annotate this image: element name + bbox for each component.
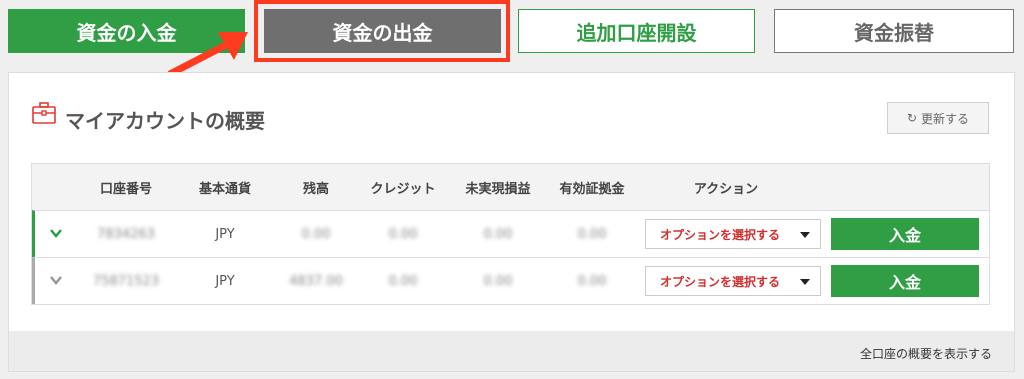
header-unrealized-pl: 未実現損益: [465, 182, 531, 197]
briefcase-icon: [32, 102, 56, 124]
action-select[interactable]: オプションを選択する: [645, 219, 821, 249]
table-row: 7834263 JPY 0.00 0.00 0.00 0.00 オプションを選択…: [32, 210, 989, 257]
unrealized-pl: 0.00: [483, 227, 513, 242]
table-row: 75871523 JPY 4837.00 0.00 0.00 0.00 オプショ…: [32, 257, 989, 304]
accounts-table: 口座番号 基本通貨 残高 クレジット 未実現損益 有効証拠金 アクション 783…: [31, 163, 990, 305]
equity: 0.00: [577, 227, 607, 242]
withdraw-funds-button[interactable]: 資金の出金: [264, 9, 501, 53]
credit: 0.00: [388, 227, 418, 242]
panel-footer: 全口座の概要を表示する: [9, 331, 1014, 371]
account-overview-panel: マイアカウントの概要 ↻ 更新する 口座番号 基本通貨 残高 クレジット 未実現…: [8, 72, 1015, 372]
caret-down-icon: [800, 279, 810, 285]
pointer-arrow-icon: [168, 32, 248, 78]
balance: 4837.00: [289, 274, 343, 289]
action-select-value: オプションを選択する: [660, 227, 781, 242]
action-select-value: オプションを選択する: [660, 274, 781, 289]
chevron-down-icon[interactable]: [49, 273, 63, 287]
header-equity: 有効証拠金: [559, 182, 625, 197]
refresh-button[interactable]: ↻ 更新する: [887, 102, 989, 134]
open-additional-account-button[interactable]: 追加口座開設: [518, 9, 755, 53]
currency: JPY: [215, 227, 235, 242]
currency: JPY: [215, 274, 235, 289]
header-action: アクション: [693, 182, 759, 197]
chevron-down-icon[interactable]: [49, 226, 63, 240]
refresh-icon: ↻: [906, 111, 918, 125]
panel-title: マイアカウントの概要: [65, 109, 265, 133]
header-account-number: 口座番号: [99, 182, 153, 197]
unrealized-pl: 0.00: [483, 274, 513, 289]
row-deposit-button[interactable]: 入金: [831, 265, 979, 297]
action-select[interactable]: オプションを選択する: [645, 266, 821, 296]
view-all-accounts-link[interactable]: 全口座の概要を表示する: [860, 345, 992, 362]
header-credit: クレジット: [370, 182, 436, 197]
caret-down-icon: [800, 232, 810, 238]
equity: 0.00: [577, 274, 607, 289]
balance: 0.00: [301, 227, 331, 242]
table-header: 口座番号 基本通貨 残高 クレジット 未実現損益 有効証拠金 アクション: [32, 164, 989, 210]
transfer-funds-button[interactable]: 資金振替: [774, 9, 1014, 53]
header-balance: 残高: [302, 182, 330, 197]
header-base-currency: 基本通貨: [198, 182, 252, 197]
refresh-label: 更新する: [921, 111, 970, 126]
account-number: 7834263: [97, 227, 155, 242]
account-number: 75871523: [92, 274, 160, 289]
credit: 0.00: [388, 274, 418, 289]
row-deposit-button[interactable]: 入金: [831, 218, 979, 250]
